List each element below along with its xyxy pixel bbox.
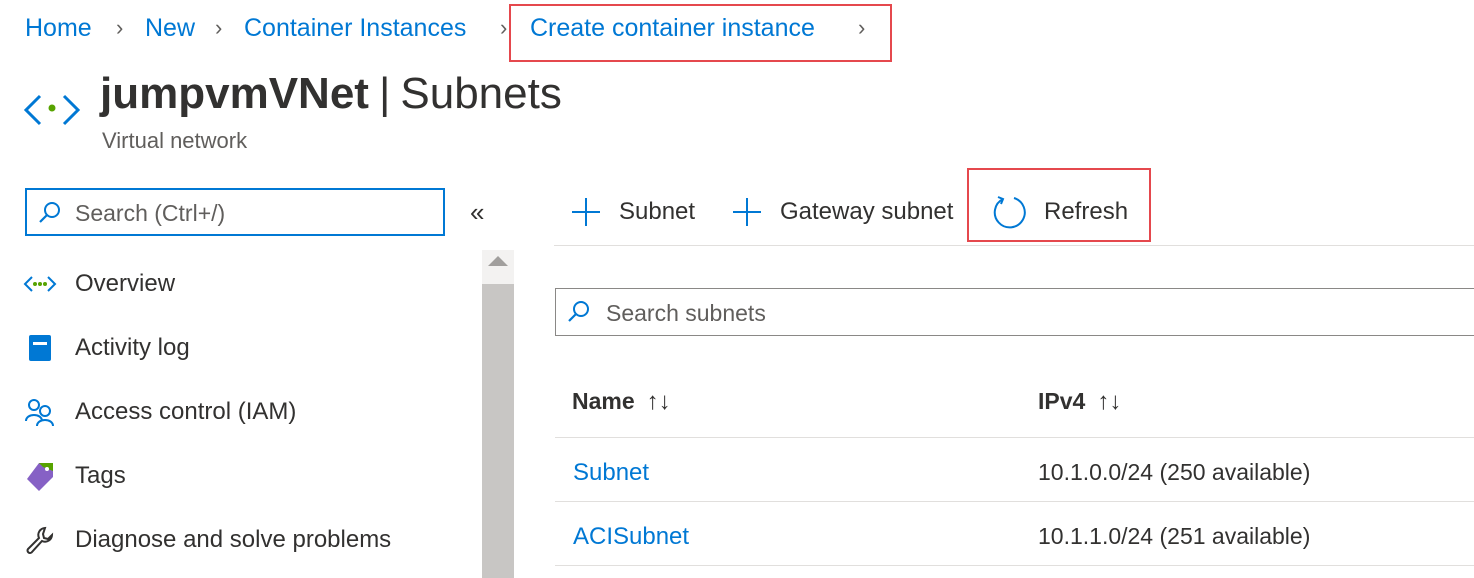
sidebar-scrollbar-thumb[interactable] [482,284,514,578]
access-control-icon [22,394,58,430]
page-title: jumpvmVNet | Subnets [100,66,562,122]
row-divider [555,501,1474,502]
chevron-right-icon: › [500,15,508,40]
add-subnet-button[interactable]: Subnet [570,190,695,234]
blade-name: Subnets [400,69,562,118]
add-gateway-subnet-label: Gateway subnet [780,198,954,225]
wrench-icon [22,522,58,558]
sort-icon: ↑↓ [646,388,671,415]
tag-icon [22,458,58,494]
activity-log-icon [22,330,58,366]
row-divider [555,565,1474,566]
scroll-up-arrow-icon[interactable] [488,256,508,266]
column-header-name[interactable]: Name ↑↓ [572,384,671,419]
sidebar-item-activity-log[interactable]: Activity log [22,328,472,368]
sort-icon: ↑↓ [1097,388,1122,415]
resource-name: jumpvmVNet [100,69,369,118]
subnet-ipv4: 10.1.0.0/24 (250 available) [1038,459,1311,485]
title-separator: | [378,69,391,118]
breadcrumb-new[interactable]: New [145,12,195,44]
subnet-search-input[interactable] [604,297,1408,329]
search-icon [37,200,63,231]
page-subtitle: Virtual network [102,128,248,153]
subnet-search[interactable] [555,288,1474,336]
subnet-name-link[interactable]: Subnet [573,456,649,490]
plus-icon [731,196,763,228]
add-gateway-subnet-button[interactable]: Gateway subnet [731,190,953,234]
collapse-sidebar-icon[interactable]: « [470,196,484,228]
sidebar-item-tags[interactable]: Tags [22,456,472,496]
chevron-right-icon: › [215,15,223,40]
sidebar-item-label: Overview [75,270,176,297]
add-subnet-label: Subnet [619,198,696,225]
sidebar-search[interactable] [25,188,445,236]
chevron-right-icon: › [116,15,124,40]
sidebar-item-label: Diagnose and solve problems [75,526,392,553]
sidebar-item-overview[interactable]: Overview [22,264,472,304]
header-divider [555,437,1474,438]
toolbar-divider [554,245,1474,246]
column-header-ipv4[interactable]: IPv4 ↑↓ [1038,384,1121,419]
virtual-network-icon [22,80,82,140]
breadcrumb-home[interactable]: Home [25,12,92,44]
breadcrumb-container-instances[interactable]: Container Instances [244,12,466,44]
sidebar-item-label: Activity log [75,334,190,361]
search-icon [566,299,592,330]
column-header-label: Name [572,388,635,414]
column-header-label: IPv4 [1038,388,1086,414]
subnet-ipv4: 10.1.1.0/24 (251 available) [1038,523,1311,549]
subnet-name-link[interactable]: ACISubnet [573,520,689,554]
sidebar-item-diagnose[interactable]: Diagnose and solve problems [22,520,472,560]
highlight-box-refresh [967,168,1151,242]
sidebar-item-access-control[interactable]: Access control (IAM) [22,392,472,432]
plus-icon [570,196,602,228]
sidebar-item-label: Access control (IAM) [75,398,297,425]
highlight-box-breadcrumb [509,4,892,62]
sidebar-item-label: Tags [75,462,126,489]
overview-icon [22,266,58,302]
sidebar-search-input[interactable] [73,196,437,230]
